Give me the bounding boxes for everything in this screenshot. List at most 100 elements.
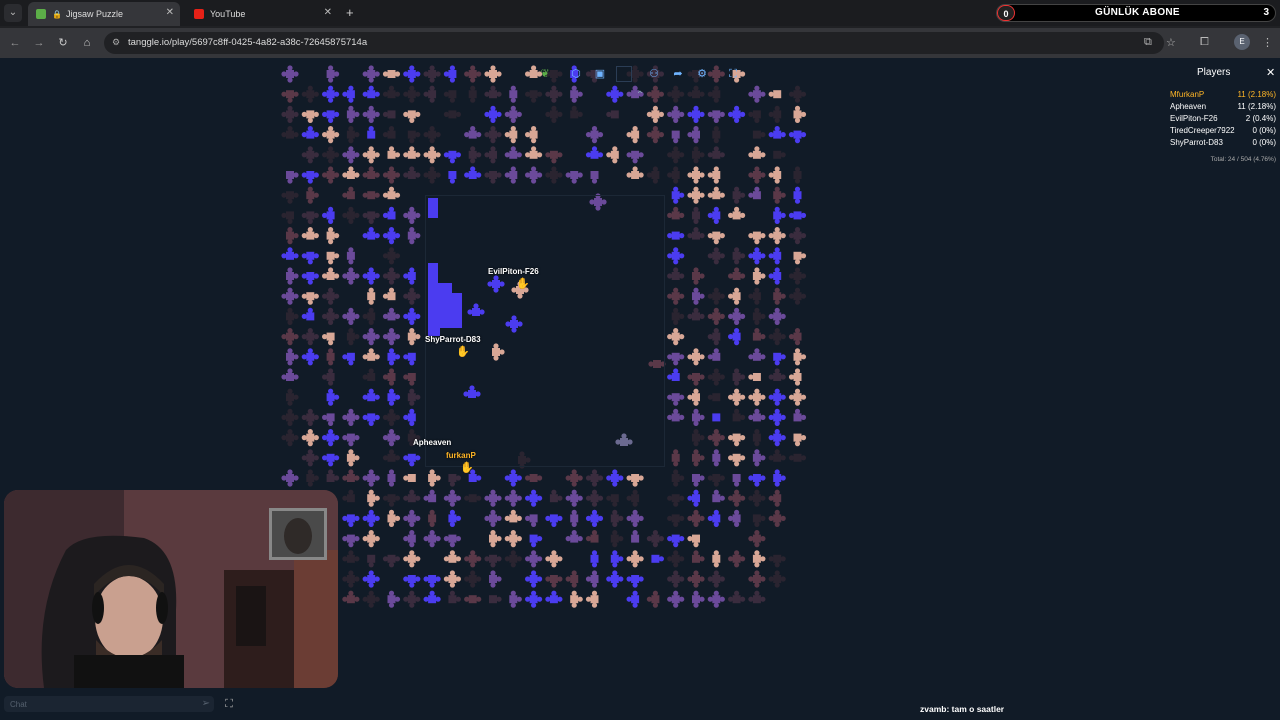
- puzzle-piece[interactable]: [707, 509, 721, 527]
- puzzle-piece[interactable]: [362, 227, 380, 240]
- puzzle-piece[interactable]: [362, 105, 380, 123]
- puzzle-piece[interactable]: [301, 251, 319, 265]
- puzzle-piece[interactable]: [286, 227, 299, 245]
- puzzle-piece[interactable]: [748, 166, 766, 184]
- puzzle-piece[interactable]: [728, 307, 746, 325]
- puzzle-piece[interactable]: [748, 373, 761, 381]
- puzzle-piece[interactable]: [707, 65, 725, 83]
- puzzle-piece[interactable]: [362, 328, 380, 346]
- puzzle-piece[interactable]: [326, 469, 340, 482]
- puzzle-piece[interactable]: [788, 267, 807, 285]
- puzzle-piece[interactable]: [748, 186, 761, 200]
- puzzle-piece[interactable]: [423, 126, 441, 144]
- puzzle-piece[interactable]: [626, 489, 640, 507]
- puzzle-piece[interactable]: [382, 110, 396, 119]
- puzzle-piece[interactable]: [382, 449, 401, 462]
- puzzle-piece[interactable]: [667, 534, 685, 548]
- puzzle-piece[interactable]: [443, 110, 461, 119]
- puzzle-piece[interactable]: [504, 530, 522, 548]
- puzzle-piece[interactable]: [281, 287, 299, 305]
- puzzle-piece[interactable]: [342, 267, 360, 285]
- puzzle-piece[interactable]: [667, 287, 685, 305]
- puzzle-piece[interactable]: [403, 590, 421, 608]
- puzzle-piece[interactable]: [590, 171, 599, 184]
- puzzle-piece[interactable]: [281, 247, 299, 260]
- puzzle-piece[interactable]: [768, 489, 782, 507]
- puzzle-piece[interactable]: [342, 489, 355, 503]
- puzzle-piece[interactable]: [610, 509, 624, 527]
- puzzle-piece[interactable]: [423, 146, 441, 164]
- puzzle-piece[interactable]: [667, 328, 685, 346]
- puzzle-piece[interactable]: [565, 171, 583, 184]
- puzzle-piece[interactable]: [646, 166, 660, 184]
- puzzle-piece[interactable]: [793, 408, 807, 422]
- puzzle-piece[interactable]: [346, 126, 360, 144]
- puzzle-piece[interactable]: [281, 65, 299, 83]
- puzzle-piece[interactable]: [504, 550, 522, 568]
- puzzle-piece[interactable]: [768, 90, 782, 99]
- puzzle-piece[interactable]: [342, 307, 360, 325]
- puzzle-piece[interactable]: [728, 550, 746, 568]
- puzzle-piece[interactable]: [346, 105, 360, 123]
- puzzle-piece[interactable]: [545, 85, 563, 103]
- install-app-icon[interactable]: ⧉: [1144, 36, 1152, 49]
- puzzle-piece[interactable]: [423, 85, 437, 103]
- puzzle-piece[interactable]: [362, 368, 376, 381]
- puzzle-piece[interactable]: [692, 206, 700, 224]
- puzzle-piece[interactable]: [525, 550, 543, 568]
- puzzle-piece[interactable]: [382, 429, 401, 447]
- puzzle-piece[interactable]: [793, 166, 802, 184]
- puzzle-piece[interactable]: [489, 595, 502, 604]
- puzzle-piece[interactable]: [651, 554, 665, 563]
- puzzle-piece[interactable]: [707, 474, 725, 487]
- puzzle-piece[interactable]: [687, 307, 705, 321]
- puzzle-piece[interactable]: [728, 509, 741, 527]
- puzzle-piece[interactable]: [707, 206, 721, 224]
- puzzle-piece[interactable]: [692, 267, 705, 285]
- puzzle-piece[interactable]: [281, 328, 299, 346]
- ghost-toggle-icon[interactable]: [616, 66, 632, 82]
- puzzle-piece[interactable]: [301, 146, 319, 164]
- puzzle-piece[interactable]: [692, 287, 705, 305]
- settings-gear-icon[interactable]: ⚙: [694, 66, 710, 82]
- puzzle-piece[interactable]: [793, 251, 807, 265]
- puzzle-piece[interactable]: [768, 368, 786, 381]
- puzzle-piece[interactable]: [793, 105, 807, 123]
- puzzle-piece[interactable]: [403, 166, 421, 179]
- puzzle-piece[interactable]: [484, 65, 502, 83]
- puzzle-piece[interactable]: [346, 449, 360, 467]
- puzzle-piece[interactable]: [549, 489, 563, 503]
- puzzle-piece[interactable]: [301, 348, 319, 366]
- puzzle-piece[interactable]: [570, 509, 579, 527]
- puzzle-piece[interactable]: [667, 570, 685, 588]
- puzzle-piece[interactable]: [484, 554, 502, 568]
- puzzle-piece[interactable]: [626, 474, 644, 487]
- puzzle-piece[interactable]: [301, 272, 319, 285]
- puzzle-piece[interactable]: [281, 469, 299, 487]
- puzzle-piece[interactable]: [403, 373, 416, 386]
- puzzle-piece[interactable]: [342, 352, 355, 366]
- puzzle-piece[interactable]: [322, 429, 340, 447]
- extensions-icon[interactable]: ⧠: [1200, 36, 1209, 49]
- puzzle-piece[interactable]: [585, 530, 599, 543]
- puzzle-piece[interactable]: [732, 408, 746, 422]
- puzzle-piece[interactable]: [387, 146, 401, 159]
- puzzle-piece[interactable]: [382, 166, 401, 184]
- puzzle-piece[interactable]: [362, 166, 380, 179]
- puzzle-piece[interactable]: [732, 247, 746, 265]
- puzzle-piece[interactable]: [667, 408, 685, 422]
- puzzle-piece[interactable]: [362, 85, 380, 99]
- puzzle-piece[interactable]: [667, 146, 685, 164]
- puzzle-piece[interactable]: [286, 388, 299, 406]
- puzzle-piece[interactable]: [671, 307, 685, 325]
- puzzle-piece[interactable]: [585, 469, 604, 487]
- puzzle-piece[interactable]: [707, 287, 725, 305]
- puzzle-piece[interactable]: [367, 489, 380, 507]
- puzzle-piece[interactable]: [646, 105, 665, 123]
- puzzle-piece[interactable]: [667, 85, 685, 103]
- puzzle-piece[interactable]: [342, 534, 360, 548]
- puzzle-piece[interactable]: [342, 570, 360, 588]
- puzzle-piece[interactable]: [346, 247, 355, 265]
- puzzle-piece[interactable]: [367, 554, 376, 568]
- puzzle-piece[interactable]: [443, 489, 461, 507]
